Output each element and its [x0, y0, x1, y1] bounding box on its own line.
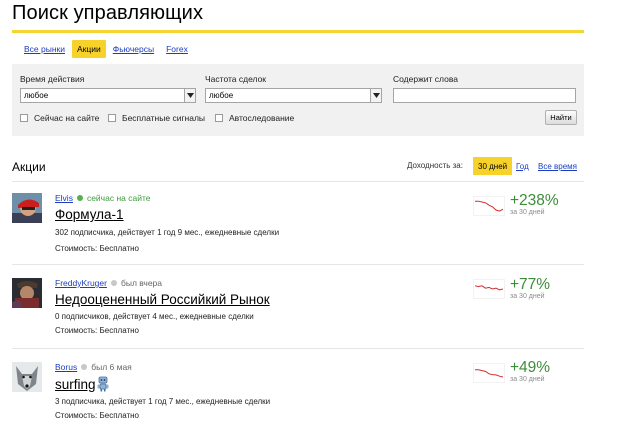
yield-period: за 30 дней	[510, 376, 545, 383]
find-button[interactable]: Найти	[545, 110, 577, 125]
trader-username[interactable]: Borus	[55, 362, 77, 372]
autofollow-checkbox[interactable]: Автоследование	[215, 113, 294, 123]
avatar[interactable]	[12, 278, 42, 308]
yield-period: за 30 дней	[510, 293, 545, 300]
contains-filter-label: Содержит слова	[393, 74, 458, 84]
divider	[12, 264, 584, 265]
divider	[12, 348, 584, 349]
period-all-time[interactable]: Все время	[533, 157, 582, 175]
tab-all-markets[interactable]: Все рынки	[19, 40, 70, 58]
tab-stocks[interactable]: Акции	[72, 40, 106, 58]
free-signals-checkbox[interactable]: Бесплатные сигналы	[108, 113, 205, 123]
tab-futures[interactable]: Фьючерсы	[108, 40, 159, 58]
strategy-name-link[interactable]: Недооцененный Российкий Рынок	[55, 292, 270, 307]
checkbox-label: Бесплатные сигналы	[122, 113, 206, 123]
strategy-cost: Стоимость: Бесплатно	[55, 326, 139, 335]
chevron-down-icon[interactable]	[370, 89, 381, 102]
trader-status: был 6 мая	[91, 362, 132, 372]
trader-username[interactable]: Elvis	[55, 193, 73, 203]
strategy-meta: 0 подписчиков, действует 4 мес., ежеднев…	[55, 312, 254, 321]
trader-user-row: FreddyKruger был вчера	[55, 278, 162, 288]
yield-sparkline	[473, 279, 505, 299]
yield-period-label: Доходность за:	[407, 161, 463, 170]
strategy-meta: 302 подписчика, действует 1 год 9 мес., …	[55, 228, 280, 237]
freq-filter-label: Частота сделок	[205, 74, 267, 84]
divider	[12, 181, 584, 182]
avatar[interactable]	[12, 362, 42, 392]
checkbox-box[interactable]	[215, 114, 223, 122]
offline-dot-icon	[81, 364, 88, 370]
tab-forex[interactable]: Forex	[161, 40, 193, 58]
strategy-cost: Стоимость: Бесплатно	[55, 244, 139, 253]
time-select[interactable]: любое	[20, 88, 196, 103]
trader-user-row: Elvis сейчас на сайте	[55, 193, 150, 203]
trader-username[interactable]: FreddyKruger	[55, 278, 107, 288]
market-tabs: Все рынки Акции Фьючерсы Forex	[19, 40, 195, 58]
page-title: Поиск управляющих	[12, 2, 204, 24]
time-filter-label: Время действия	[20, 74, 85, 84]
checkbox-box[interactable]	[108, 114, 116, 122]
yield-sparkline	[473, 196, 505, 216]
trader-yield: +238%	[510, 192, 559, 209]
offline-dot-icon	[110, 280, 117, 286]
time-select-value: любое	[24, 91, 49, 100]
freq-select[interactable]: любое	[205, 88, 382, 103]
trader-status: был вчера	[120, 278, 163, 288]
online-now-checkbox[interactable]: Сейчас на сайте	[20, 113, 99, 123]
checkbox-label: Автоследование	[229, 113, 295, 123]
checkbox-box[interactable]	[20, 114, 28, 122]
contains-words-input[interactable]	[393, 88, 576, 103]
freq-select-value: любое	[209, 91, 234, 100]
section-title: Акции	[12, 160, 46, 174]
title-underline	[12, 30, 584, 33]
yield-period: за 30 дней	[510, 209, 545, 216]
strategy-name-link[interactable]: surfing	[55, 377, 96, 392]
online-dot-icon	[76, 195, 83, 201]
strategy-cost: Стоимость: Бесплатно	[55, 411, 139, 420]
period-year[interactable]: Год	[511, 157, 534, 175]
chevron-down-icon[interactable]	[184, 89, 195, 102]
robot-icon	[97, 376, 109, 392]
trader-status: сейчас на сайте	[86, 193, 151, 203]
trader-yield: +77%	[510, 276, 551, 293]
yield-sparkline	[473, 363, 505, 383]
strategy-meta: 3 подписчика, действует 1 год 7 мес., еж…	[55, 397, 271, 406]
checkbox-label: Сейчас на сайте	[34, 113, 100, 123]
filter-panel: Время действия любое Частота сделок любо…	[12, 64, 584, 136]
period-30-days[interactable]: 30 дней	[473, 157, 513, 175]
strategy-name-link[interactable]: Формула-1	[55, 207, 124, 222]
trader-user-row: Borus был 6 мая	[55, 362, 132, 372]
avatar[interactable]	[12, 193, 42, 223]
trader-yield: +49%	[510, 359, 551, 376]
